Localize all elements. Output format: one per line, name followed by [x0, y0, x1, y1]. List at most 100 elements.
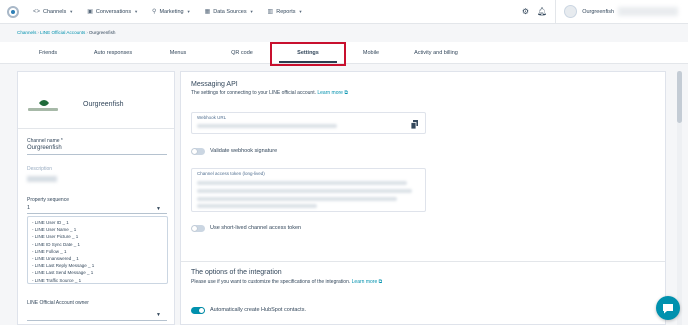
chevron-down-icon: ▼ — [69, 9, 74, 14]
list-item: - LINE Last Reply Message _ 1 — [32, 263, 95, 269]
list-item: - LINE Last Send Message _ 1 — [32, 270, 94, 276]
copy-icon[interactable] — [411, 120, 418, 129]
tab-qr-code[interactable]: QR code — [231, 42, 253, 64]
bell-icon[interactable]: 🔔︎ — [537, 7, 547, 16]
nav-label: Conversations — [95, 8, 132, 15]
redacted-user-info — [618, 7, 678, 16]
gear-icon[interactable]: ⚙ — [522, 7, 529, 16]
external-link-icon[interactable]: ⧉ — [344, 90, 348, 96]
integration-title: The options of the integration — [191, 269, 282, 276]
fish-icon — [39, 100, 49, 106]
nav-conversations[interactable]: ▣ Conversations ▼ — [87, 8, 138, 16]
app-logo[interactable] — [7, 5, 19, 18]
list-item: - LINE User Picture _ 1 — [32, 234, 79, 240]
chevron-down-icon: ▼ — [249, 9, 254, 14]
nav-channels[interactable]: <> Channels ▼ — [33, 9, 73, 15]
profile-name: Ourgreenfish — [83, 101, 124, 108]
description-input[interactable] — [27, 176, 57, 182]
redacted-token — [197, 204, 317, 208]
nav-label: Data Sources — [213, 8, 247, 15]
avatar[interactable] — [564, 5, 578, 18]
input-underline — [27, 154, 167, 155]
chevron-down-icon[interactable]: ▼ — [156, 312, 161, 318]
channel-name-input[interactable]: Ourgreenfish — [27, 145, 62, 151]
profile-panel: Ourgreenfish Channel name * Ourgreenfish… — [17, 71, 175, 325]
validate-webhook-toggle[interactable] — [191, 148, 205, 155]
chevron-down-icon: ▼ — [298, 9, 303, 14]
breadcrumb: Channels›LINE Official Accounts›Ourgreen… — [17, 30, 115, 35]
auto-create-contacts-label: Automatically create HubSpot contacts. — [210, 307, 306, 313]
property-sequence-label: Property sequence — [27, 197, 69, 203]
divider — [181, 261, 665, 262]
learn-more-link[interactable]: Learn more — [317, 90, 343, 96]
list-item: - LINE User Name _ 1 — [32, 227, 77, 233]
list-item: - LINE Follow _ 1 — [32, 248, 67, 254]
settings-panel: Messaging API The settings for connectin… — [180, 71, 666, 325]
channel-access-token-field[interactable]: Channel access token (long-lived) — [191, 168, 426, 212]
breadcrumb-link[interactable]: Channels — [17, 30, 36, 35]
description-label: Description — [27, 166, 53, 172]
chat-launcher-button[interactable] — [656, 296, 680, 320]
property-sequence-list: - LINE User ID _ 1 - LINE User Name _ 1 … — [27, 216, 168, 284]
description-text: The settings for connecting to your LINE… — [191, 90, 316, 96]
token-label: Channel access token (long-lived) — [197, 171, 265, 176]
list-item: - LINE ID Sync Date _ 1 — [32, 241, 81, 247]
data-sources-icon: ▦ — [204, 9, 211, 15]
messaging-api-description: The settings for connecting to your LINE… — [191, 90, 348, 96]
redacted-token — [197, 197, 397, 201]
tab-auto-responses[interactable]: Auto responses — [94, 42, 132, 64]
reports-icon: ▥ — [267, 9, 274, 15]
validate-webhook-label: Validate webhook signature — [210, 148, 278, 154]
nav-right: ⚙ 🔔︎ Ourgreenfish — [522, 0, 688, 24]
list-item: - LINE Traffic Source _ 1 — [32, 277, 82, 283]
nav-label: Marketing — [159, 8, 184, 15]
breadcrumb-link[interactable]: LINE Official Accounts — [40, 30, 85, 35]
conversations-icon: ▣ — [87, 9, 93, 15]
redacted-token — [197, 189, 412, 193]
owner-select[interactable] — [27, 320, 167, 321]
integration-description: Please use if you want to customize the … — [191, 279, 382, 285]
external-link-icon[interactable]: ⧉ — [379, 279, 383, 285]
redacted-webhook-url — [197, 124, 337, 128]
page-scrollbar[interactable] — [677, 71, 682, 325]
list-item: - LINE Unanswered _ 1 — [32, 256, 79, 262]
redacted-token — [197, 181, 407, 185]
brand-logo — [28, 99, 58, 113]
breadcrumb-separator: › — [37, 30, 39, 35]
owner-label: LINE Official Account owner — [27, 300, 89, 306]
channel-name-label: Channel name * — [27, 138, 63, 144]
learn-more-link[interactable]: Learn more — [352, 279, 378, 285]
webhook-url-label: Webhook URL — [197, 115, 227, 120]
chevron-down-icon[interactable]: ▼ — [156, 206, 161, 212]
divider — [18, 128, 174, 129]
tab-activity-and-billing[interactable]: Activity and billing — [414, 42, 458, 64]
nav-reports[interactable]: ▥ Reports ▼ — [267, 8, 303, 16]
marketing-icon: ⚲ — [152, 9, 157, 15]
scrollbar-thumb[interactable] — [677, 71, 682, 123]
brand-wordmark — [28, 108, 58, 111]
tab-menus[interactable]: Menus — [170, 42, 187, 64]
divider — [555, 0, 557, 24]
chevron-down-icon: ▼ — [186, 9, 191, 14]
messaging-api-title: Messaging API — [191, 81, 238, 88]
property-sequence-select[interactable]: 1 — [27, 205, 30, 211]
channels-icon: <> — [33, 8, 41, 15]
top-nav: <> Channels ▼ ▣ Conversations ▼ ⚲ Market… — [0, 0, 688, 24]
chat-icon — [663, 303, 673, 313]
webhook-url-field[interactable]: Webhook URL — [191, 112, 426, 134]
tab-mobile[interactable]: Mobile — [363, 42, 379, 64]
nav-marketing[interactable]: ⚲ Marketing ▼ — [152, 8, 191, 16]
tab-friends[interactable]: Friends — [39, 42, 57, 64]
nav-label: Channels — [43, 8, 67, 15]
auto-create-contacts-toggle[interactable] — [191, 307, 205, 314]
short-lived-token-toggle[interactable] — [191, 225, 205, 232]
username[interactable]: Ourgreenfish — [582, 9, 614, 15]
input-underline — [27, 213, 167, 214]
highlight-box — [270, 42, 346, 66]
nav-data-sources[interactable]: ▦ Data Sources ▼ — [204, 8, 254, 16]
description-text: Please use if you want to customize the … — [191, 279, 351, 285]
short-lived-token-label: Use short-lived channel access token — [210, 225, 302, 231]
list-item: - LINE User ID _ 1 — [32, 220, 69, 225]
breadcrumb-current: Ourgreenfish — [88, 30, 116, 35]
nav-label: Reports — [276, 8, 296, 15]
